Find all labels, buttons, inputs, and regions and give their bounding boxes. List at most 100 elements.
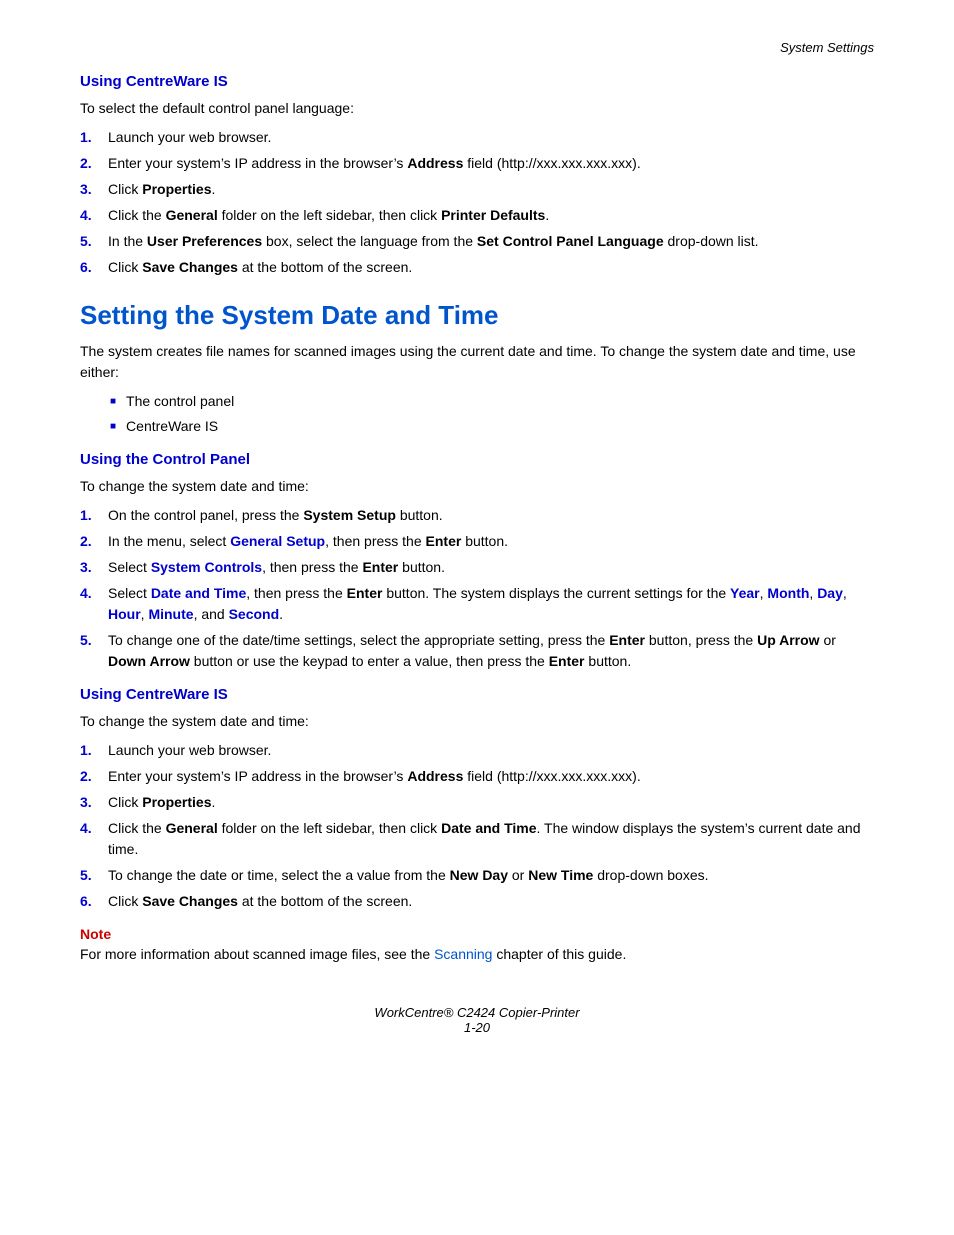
blue-bold-text: Second [229,606,280,622]
section3-intro: To change the system date and time: [80,711,874,732]
section1-steps: 1. Launch your web browser. 2. Enter you… [80,127,874,278]
list-item: 5. To change the date or time, select th… [80,865,874,886]
step-content: Click Properties. [108,792,874,813]
step-num: 1. [80,740,108,761]
list-item: 4. Click the General folder on the left … [80,818,874,860]
list-item: CentreWare IS [110,416,874,437]
step-content: Click Save Changes at the bottom of the … [108,257,874,278]
bold-text: Printer Defaults [441,207,545,223]
step-num: 5. [80,865,108,886]
step-num: 5. [80,231,108,252]
step-content: To change the date or time, select the a… [108,865,874,886]
section2-steps: 1. On the control panel, press the Syste… [80,505,874,672]
blue-bold-text: Day [817,585,843,601]
list-item: 2. Enter your system’s IP address in the… [80,153,874,174]
blue-bold-text: Month [767,585,809,601]
bold-text: Save Changes [142,259,238,275]
step-content: Launch your web browser. [108,127,874,148]
note-label: Note [80,926,874,942]
step-content: Enter your system’s IP address in the br… [108,153,874,174]
list-item: 4. Click the General folder on the left … [80,205,874,226]
list-item: 3. Select System Controls, then press th… [80,557,874,578]
step-content: In the User Preferences box, select the … [108,231,874,252]
bold-text: Properties [142,794,211,810]
note-after: chapter of this guide. [492,946,626,962]
step-num: 1. [80,127,108,148]
section-control-panel: Using the Control Panel To change the sy… [80,451,874,672]
list-item: 2. In the menu, select General Setup, th… [80,531,874,552]
list-item: 5. In the User Preferences box, select t… [80,231,874,252]
bold-text: Save Changes [142,893,238,909]
footer-line2: 1-20 [80,1020,874,1035]
page-footer: WorkCentre® C2424 Copier-Printer 1-20 [80,1005,874,1035]
section-centreware-top: Using CentreWare IS To select the defaul… [80,73,874,278]
note-link: Scanning [434,946,492,962]
page: System Settings Using CentreWare IS To s… [0,0,954,1235]
step-num: 4. [80,818,108,839]
list-item: The control panel [110,391,874,412]
step-content: Click Properties. [108,179,874,200]
bold-text: General [166,207,218,223]
bold-text: Date and Time [441,820,536,836]
header-title: System Settings [780,40,874,55]
blue-bold-text: System Controls [151,559,262,575]
step-content: Click the General folder on the left sid… [108,818,874,860]
bold-text: Address [407,768,463,784]
bold-text: Set Control Panel Language [477,233,664,249]
step-num: 3. [80,792,108,813]
step-num: 2. [80,153,108,174]
bullet-list: The control panel CentreWare IS [110,391,874,437]
step-content: To change one of the date/time settings,… [108,630,874,672]
blue-bold-text: Minute [148,606,193,622]
step-content: Select System Controls, then press the E… [108,557,874,578]
bold-text: Down Arrow [108,653,190,669]
list-item: 6. Click Save Changes at the bottom of t… [80,257,874,278]
list-item: 6. Click Save Changes at the bottom of t… [80,891,874,912]
footer-line1: WorkCentre® C2424 Copier-Printer [80,1005,874,1020]
step-num: 2. [80,531,108,552]
page-header: System Settings [80,40,874,55]
main-section-title: Setting the System Date and Time [80,300,874,331]
note-content: For more information about scanned image… [80,944,874,965]
bold-text: Enter [609,632,645,648]
bold-text: Enter [362,559,398,575]
step-num: 2. [80,766,108,787]
step-content: Select Date and Time, then press the Ent… [108,583,874,625]
main-section: Setting the System Date and Time The sys… [80,300,874,437]
section3-steps: 1. Launch your web browser. 2. Enter you… [80,740,874,912]
step-num: 1. [80,505,108,526]
blue-bold-text: General Setup [230,533,325,549]
bold-text: Enter [347,585,383,601]
step-num: 4. [80,583,108,604]
step-content: In the menu, select General Setup, then … [108,531,874,552]
list-item: 1. Launch your web browser. [80,740,874,761]
main-section-intro: The system creates file names for scanne… [80,341,874,383]
step-num: 6. [80,891,108,912]
bullet-text: The control panel [126,391,234,412]
list-item: 1. On the control panel, press the Syste… [80,505,874,526]
step-content: Click the General folder on the left sid… [108,205,874,226]
step-num: 3. [80,179,108,200]
bold-text: Address [407,155,463,171]
note-text: For more information about scanned image… [80,946,434,962]
bullet-text: CentreWare IS [126,416,218,437]
bold-text: General [166,820,218,836]
list-item: 1. Launch your web browser. [80,127,874,148]
bold-text: Enter [426,533,462,549]
step-content: Enter your system’s IP address in the br… [108,766,874,787]
step-num: 6. [80,257,108,278]
bold-text: Properties [142,181,211,197]
bold-text: System Setup [303,507,396,523]
list-item: 2. Enter your system’s IP address in the… [80,766,874,787]
bold-text: Enter [549,653,585,669]
section-centreware-bottom: Using CentreWare IS To change the system… [80,686,874,912]
section2-title: Using the Control Panel [80,451,874,468]
list-item: 5. To change one of the date/time settin… [80,630,874,672]
bold-text: New Day [450,867,508,883]
section1-title: Using CentreWare IS [80,73,874,90]
list-item: 3. Click Properties. [80,792,874,813]
bold-text: Up Arrow [757,632,819,648]
blue-bold-text: Date and Time [151,585,246,601]
blue-bold-text: Hour [108,606,141,622]
step-content: Launch your web browser. [108,740,874,761]
